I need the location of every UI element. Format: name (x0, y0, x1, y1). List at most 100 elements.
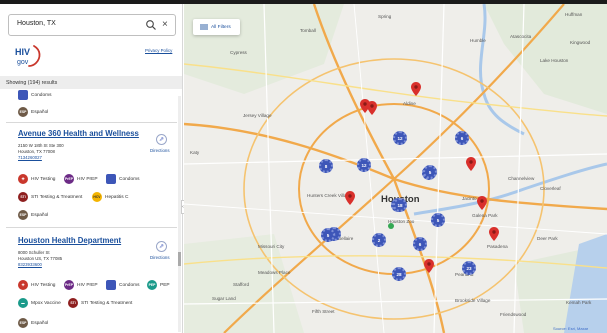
map-label: Fifth Street (312, 309, 335, 314)
language-icon: ESP (18, 210, 28, 220)
location-pin-icon[interactable] (466, 157, 476, 171)
filter-icon (200, 24, 208, 30)
prep-icon: PrEP (64, 174, 74, 184)
location-phone[interactable]: 8323933600 (18, 262, 42, 267)
cluster-marker[interactable]: 6 (455, 131, 469, 145)
cluster-marker[interactable]: 28 (392, 267, 406, 281)
location-name[interactable]: Avenue 360 Health and Wellness (18, 129, 139, 138)
cluster-marker[interactable]: 12 (393, 131, 407, 145)
cluster-marker[interactable]: 12 (357, 158, 371, 172)
directions-link[interactable]: Directions (150, 148, 170, 153)
hiv-testing-icon: ✚ (18, 174, 28, 184)
service-hiv-prep: PrEP HIV PrEP (64, 280, 98, 290)
cluster-marker[interactable]: 8 (319, 159, 333, 173)
service-label: STI Testing & Treatment (81, 300, 133, 306)
all-filters-label[interactable]: All Filters (211, 25, 231, 30)
map-label: Deer Park (537, 236, 558, 241)
map-attribution: Source: Esri, Maxar (553, 326, 589, 331)
condoms-icon (18, 90, 28, 100)
map-label: Channelview (508, 176, 535, 181)
svg-text:gov: gov (17, 59, 29, 66)
search-icon[interactable] (145, 19, 157, 31)
mpox-icon: ▬ (18, 298, 28, 308)
service-hiv-testing: ✚ HIV Testing (18, 280, 55, 290)
service-condoms: Condoms (106, 280, 140, 290)
service-mpox: ▬ Mpox Vaccine (18, 298, 61, 308)
map-label: Huffman (565, 12, 583, 17)
language-espanol: ESP Español (18, 318, 48, 328)
search-input[interactable]: Houston, TX (17, 20, 56, 27)
map-label: Kingwood (570, 40, 591, 45)
sti-icon: STI (18, 192, 28, 202)
map-label: Lake Houston (540, 58, 569, 63)
location-name[interactable]: Houston Health Department (18, 236, 121, 245)
all-filters-button[interactable]: All Filters (193, 19, 240, 35)
hepatitis-icon: HCV (92, 192, 102, 202)
service-hiv-prep: PrEP HIV PrEP (64, 174, 98, 184)
close-icon[interactable]: × (162, 18, 168, 32)
service-hiv-testing: ✚ HIV Testing (18, 174, 55, 184)
service-label: HIV PrEP (77, 282, 98, 288)
service-pep: PEP PEP (147, 280, 170, 290)
cluster-marker[interactable]: 18 (393, 198, 407, 212)
svg-text:HIV: HIV (15, 47, 30, 57)
language-label: Español (31, 212, 49, 218)
map-label: Galena Park (472, 213, 498, 218)
service-label: HIV Testing (31, 282, 56, 288)
location-address: 2150 W 18th St Ste 300 (18, 143, 64, 148)
map-label: Jersey Village (243, 113, 272, 118)
map-label: Friendswood (500, 312, 527, 317)
location-pin-icon[interactable] (411, 82, 421, 96)
language-label: Español (31, 320, 49, 326)
language-espanol: ESP Español (18, 210, 48, 220)
divider (6, 122, 177, 123)
cluster-marker[interactable]: 6 (413, 237, 427, 251)
language-espanol: ESP Español (18, 107, 48, 117)
service-label: Hepatitis C (105, 194, 129, 200)
results-panel: Houston, TX × HIV gov Privacy Policy Sho… (0, 4, 183, 333)
cluster-marker[interactable]: 2 (372, 233, 386, 247)
cluster-marker[interactable]: 5 (431, 213, 445, 227)
location-pin-icon[interactable] (424, 259, 434, 273)
directions-link[interactable]: Directions (150, 255, 170, 260)
pep-icon: PEP (147, 280, 157, 290)
map-label: Aldine (403, 101, 416, 106)
hiv-testing-icon: ✚ (18, 280, 28, 290)
map-label: Katy (190, 150, 200, 155)
directions-icon[interactable]: ⇗ (156, 241, 167, 252)
language-label: Español (31, 109, 49, 115)
map-label: Missouri City (258, 244, 285, 249)
search-box[interactable]: Houston, TX × (8, 14, 176, 36)
app-root: Houston, TX × HIV gov Privacy Policy Sho… (0, 0, 607, 333)
condoms-icon (106, 174, 116, 184)
location-address: 8000 Schuller St (18, 250, 50, 255)
cluster-marker[interactable]: 5 (321, 228, 335, 242)
map-label: Meadows Place (258, 270, 291, 275)
map-label: Stafford (233, 282, 250, 287)
map-label: Sugar Land (212, 296, 236, 301)
language-icon: ESP (18, 318, 28, 328)
service-label: Condoms (31, 92, 52, 98)
location-pin-icon[interactable] (367, 101, 377, 115)
map-label: Brookside Village (455, 298, 491, 303)
map-label: Spring (378, 14, 392, 19)
map-label: Pasadena (487, 244, 508, 249)
map-label: Atascocita (510, 34, 532, 39)
map-label: Tomball (300, 28, 316, 33)
service-label: STI Testing & Treatment (31, 194, 83, 200)
map-label: Humble (470, 38, 486, 43)
location-pin-icon[interactable] (477, 196, 487, 210)
map-label: Kemah Park (566, 300, 592, 305)
cluster-marker[interactable]: 23 (462, 261, 476, 275)
location-pin-icon[interactable] (345, 191, 355, 205)
service-condoms: Condoms (106, 174, 140, 184)
service-hepatitis-c: HCV Hepatitis C (92, 192, 128, 202)
directions-icon[interactable]: ⇗ (156, 134, 167, 145)
location-pin-icon[interactable] (489, 227, 499, 241)
scrollbar-track[interactable] (178, 96, 181, 332)
cluster-marker[interactable]: 5 (423, 165, 437, 179)
location-phone[interactable]: 7134260027 (18, 155, 42, 160)
scrollbar-thumb[interactable] (178, 252, 181, 266)
privacy-policy-link[interactable]: Privacy Policy (145, 48, 172, 53)
map-label: Cloverleaf (540, 186, 561, 191)
